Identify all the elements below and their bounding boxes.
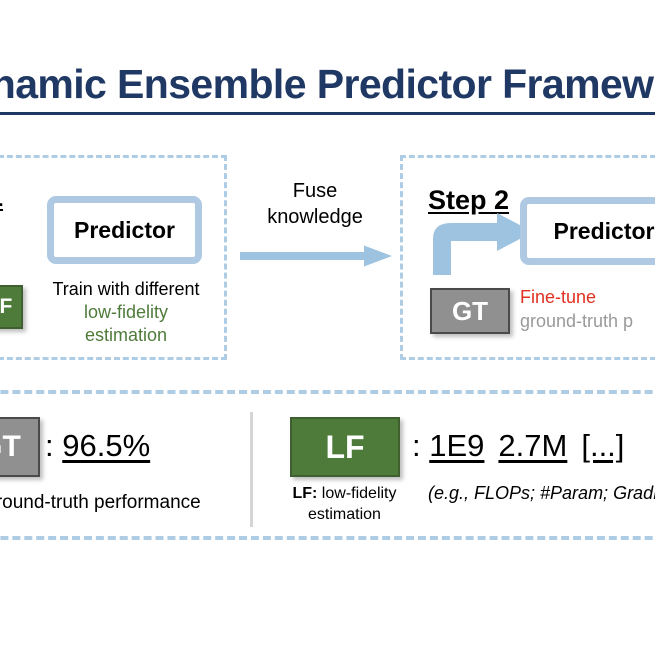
step2-predictor-box: Predictor	[520, 197, 655, 265]
right-arrow-icon	[240, 245, 392, 267]
legend-lf-chip: LF	[290, 417, 400, 477]
legend-gt-colon: :	[45, 428, 54, 463]
legend-lf-caption-line2: estimation	[308, 506, 381, 523]
step1-lf-chip-label: LF	[0, 295, 13, 318]
fuse-line1: Fuse	[292, 180, 338, 202]
step1-caption-line1: Train with different	[52, 279, 200, 299]
elbow-arrow-icon	[433, 213, 533, 275]
legend-lf-chip-label: LF	[325, 428, 365, 465]
legend-gt-caption: ground-truth performance	[0, 492, 201, 513]
title-divider	[0, 112, 655, 115]
step1-lf-chip: LF	[0, 285, 23, 329]
legend-gt-chip: GT	[0, 417, 40, 477]
step1-caption: Train with different low-fidelity estima…	[28, 278, 224, 347]
legend-lf-value-3: [...]	[581, 428, 625, 463]
legend-lf-value-1: 1E9	[429, 428, 485, 463]
page-title: Dynamic Ensemble Predictor Framework	[0, 60, 655, 112]
step2-caption-finetune: Fine-tune	[520, 287, 597, 307]
page-title-text: Dynamic Ensemble Predictor Framework	[0, 61, 655, 107]
step2-caption-groundtruth: ground-truth p	[520, 311, 634, 331]
step1-caption-line2: low-fidelity	[83, 302, 169, 322]
legend-lf-examples: (e.g., FLOPs; #Param; GradN	[428, 483, 655, 503]
legend-lf-colon: :	[412, 428, 421, 463]
step1-label: Step 1	[0, 182, 3, 213]
legend-lf-tag: LF:	[292, 485, 318, 502]
legend-gt-chip-label: GT	[0, 430, 21, 463]
step1-predictor-box: Predictor	[47, 196, 202, 264]
legend-gt-value: : 96.5%	[45, 428, 150, 464]
step2-caption: Fine-tune ground-truth p	[520, 285, 655, 333]
legend-divider	[250, 412, 253, 527]
fuse-line2: knowledge	[267, 206, 363, 228]
diagram-canvas: Dynamic Ensemble Predictor Framework Ste…	[0, 0, 655, 655]
legend-gt-number: 96.5%	[62, 428, 151, 463]
step2-predictor-label: Predictor	[553, 217, 655, 244]
step1-predictor-label: Predictor	[74, 216, 175, 243]
step2-gt-chip: GT	[430, 288, 510, 334]
fuse-knowledge-label: Fuse knowledge	[240, 178, 390, 230]
legend-lf-values: : 1E9 2.7M [...]	[412, 428, 624, 464]
step1-caption-line3: estimation	[84, 325, 168, 345]
step2-label: Step 2	[428, 185, 510, 215]
legend-lf-caption: LF: low-fidelity estimation	[262, 483, 427, 525]
legend-lf-value-2: 2.7M	[498, 428, 568, 463]
legend-lf-caption-line1: low-fidelity	[317, 485, 397, 502]
step2-gt-chip-label: GT	[451, 295, 489, 326]
